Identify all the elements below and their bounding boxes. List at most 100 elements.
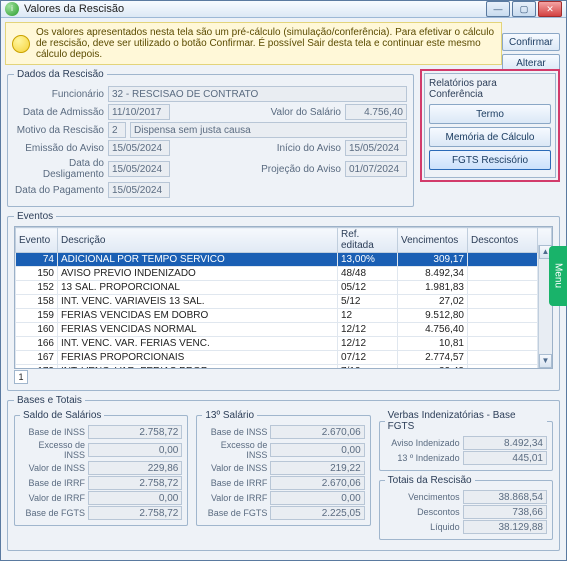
fld-data-pagamento: 15/05/2024 [108,182,170,198]
fld-dec-base-inss: 2.670,06 [270,425,364,439]
th-ref[interactable]: Ref. editada [338,228,398,253]
th-evento[interactable]: Evento [16,228,58,253]
saldo-salarios-legend: Saldo de Salários [20,410,104,421]
bulb-icon [12,35,30,53]
dados-rescisao-group: Dados da Rescisão Funcionário 32 - RESCI… [7,69,414,207]
bases-legend: Bases e Totais [14,395,85,406]
totais-group: Totais da Rescisão Vencimentos38.868,54 … [379,475,553,540]
table-row[interactable]: 159FERIAS VENCIDAS EM DOBRO129.512,80 [16,309,552,323]
lbl-sal-base-irrf: Base de IRRF [20,478,88,488]
fld-sal-base-inss: 2.758,72 [88,425,182,439]
fld-data-desligamento: 15/05/2024 [108,161,170,177]
hint-bar: Os valores apresentados nesta tela são u… [5,22,502,65]
th-desc[interactable]: Descontos [468,228,538,253]
fld-13-ind: 445,01 [463,451,547,465]
table-row[interactable]: 166INT. VENC. VAR. FERIAS VENC.12/1210,8… [16,337,552,351]
fld-dec-base-fgts: 2.225,05 [270,506,364,520]
lbl-data-pagamento: Data do Pagamento [14,185,104,196]
maximize-button[interactable]: ▢ [512,1,536,17]
fld-data-admissao: 11/10/2017 [108,104,170,120]
lbl-funcionario: Funcionário [14,89,104,100]
hint-text: Os valores apresentados nesta tela são u… [36,27,495,60]
lbl-valor-salario: Valor do Salário [174,107,341,118]
lbl-sal-base-fgts: Base de FGTS [20,508,88,518]
th-venc[interactable]: Vencimentos [398,228,468,253]
titlebar: i Valores da Rescisão — ▢ ✕ [1,1,566,18]
fld-sal-exc-inss: 0,00 [88,443,182,457]
lbl-projecao-aviso: Projeção do Aviso [174,164,341,175]
lbl-13-ind: 13 º Indenizado [385,453,463,463]
fgts-rescisorio-button[interactable]: FGTS Rescisório [429,150,551,170]
fld-motivo-cod: 2 [108,122,126,138]
app-icon: i [5,2,19,16]
eventos-table[interactable]: Evento Descrição Ref. editada Vencimento… [14,226,553,369]
fld-tot-desc: 738,66 [463,505,547,519]
termo-button[interactable]: Termo [429,104,551,124]
fld-tot-venc: 38.868,54 [463,490,547,504]
th-descricao[interactable]: Descrição [58,228,338,253]
lbl-dec-valor-irrf: Valor de IRRF [202,493,270,503]
fld-inicio-aviso: 15/05/2024 [345,140,407,156]
lbl-data-desligamento: Data do Desligamento [14,158,104,180]
lbl-motivo: Motivo da Rescisão [14,125,104,136]
lbl-dec-base-inss: Base de INSS [202,427,270,437]
lbl-dec-valor-inss: Valor de INSS [202,463,270,473]
table-row[interactable]: 158INT. VENC. VARIAVEIS 13 SAL.5/1227,02 [16,295,552,309]
fld-emissao-aviso: 15/05/2024 [108,140,170,156]
fld-projecao-aviso: 01/07/2024 [345,161,407,177]
table-row[interactable]: 74ADICIONAL POR TEMPO SERVICO13,00%309,1… [16,253,552,267]
fld-dec-valor-irrf: 0,00 [270,491,364,505]
lbl-sal-valor-irrf: Valor de IRRF [20,493,88,503]
lbl-aviso-ind: Aviso Indenizado [385,438,463,448]
lbl-dec-exc-inss: Excesso de INSS [202,440,270,460]
fld-tot-liq: 38.129,88 [463,520,547,534]
fld-dec-valor-inss: 219,22 [270,461,364,475]
lbl-sal-exc-inss: Excesso de INSS [20,440,88,460]
lbl-dec-base-irrf: Base de IRRF [202,478,270,488]
fld-dec-exc-inss: 0,00 [270,443,364,457]
fld-sal-valor-irrf: 0,00 [88,491,182,505]
decimo-salario-group: 13º Salário Base de INSS2.670,06 Excesso… [196,410,370,526]
dados-legend: Dados da Rescisão [14,69,107,80]
window-title: Valores da Rescisão [24,3,486,15]
table-row[interactable]: 15213 SAL. PROPORCIONAL05/121.981,83 [16,281,552,295]
eventos-legend: Eventos [14,211,56,222]
bases-totais-group: Bases e Totais Saldo de Salários Base de… [7,395,560,551]
eventos-group: Eventos Evento Descrição Ref. editada Ve… [7,211,560,391]
lbl-dec-base-fgts: Base de FGTS [202,508,270,518]
lbl-tot-venc: Vencimentos [385,492,463,502]
scroll-down-icon[interactable]: ▼ [539,354,552,368]
fld-valor-salario: 4.756,40 [345,104,407,120]
confirmar-button[interactable]: Confirmar [502,33,560,51]
lbl-tot-liq: Líquido [385,522,463,532]
fld-dec-base-irrf: 2.670,06 [270,476,364,490]
relatorios-title: Relatórios para Conferência [429,78,551,100]
totais-legend: Totais da Rescisão [385,475,475,486]
fld-sal-base-irrf: 2.758,72 [88,476,182,490]
fld-sal-base-fgts: 2.758,72 [88,506,182,520]
verbas-legend: Verbas Indenizatórias - Base FGTS [385,410,547,432]
lbl-data-admissao: Data de Admissão [14,107,104,118]
saldo-salarios-group: Saldo de Salários Base de INSS2.758,72 E… [14,410,188,526]
lbl-sal-valor-inss: Valor de INSS [20,463,88,473]
menu-side-tab[interactable]: Menu [549,246,567,306]
fld-sal-valor-inss: 229,86 [88,461,182,475]
lbl-inicio-aviso: Início do Aviso [174,143,341,154]
table-row[interactable]: 167FERIAS PROPORCIONAIS07/122.774,57 [16,351,552,365]
verbas-group: Verbas Indenizatórias - Base FGTS Aviso … [379,410,553,471]
table-row[interactable]: 173INT. VENC. VAR. FERIAS PROP.7/1232,43 [16,365,552,370]
minimize-button[interactable]: — [486,1,510,17]
fld-motivo-desc: Dispensa sem justa causa [130,122,407,138]
lbl-tot-desc: Descontos [385,507,463,517]
decimo-legend: 13º Salário [202,410,257,421]
close-button[interactable]: ✕ [538,1,562,17]
fld-funcionario: 32 - RESCISAO DE CONTRATO [108,86,407,102]
lbl-sal-base-inss: Base de INSS [20,427,88,437]
eventos-tab-1[interactable]: 1 [14,370,28,384]
lbl-emissao-aviso: Emissão do Aviso [14,143,104,154]
relatorios-box: Relatórios para Conferência Termo Memóri… [420,69,560,182]
fld-aviso-ind: 8.492,34 [463,436,547,450]
memoria-calculo-button[interactable]: Memória de Cálculo [429,127,551,147]
table-row[interactable]: 160FERIAS VENCIDAS NORMAL12/124.756,40 [16,323,552,337]
table-row[interactable]: 150AVISO PREVIO INDENIZADO48/488.492,34 [16,267,552,281]
